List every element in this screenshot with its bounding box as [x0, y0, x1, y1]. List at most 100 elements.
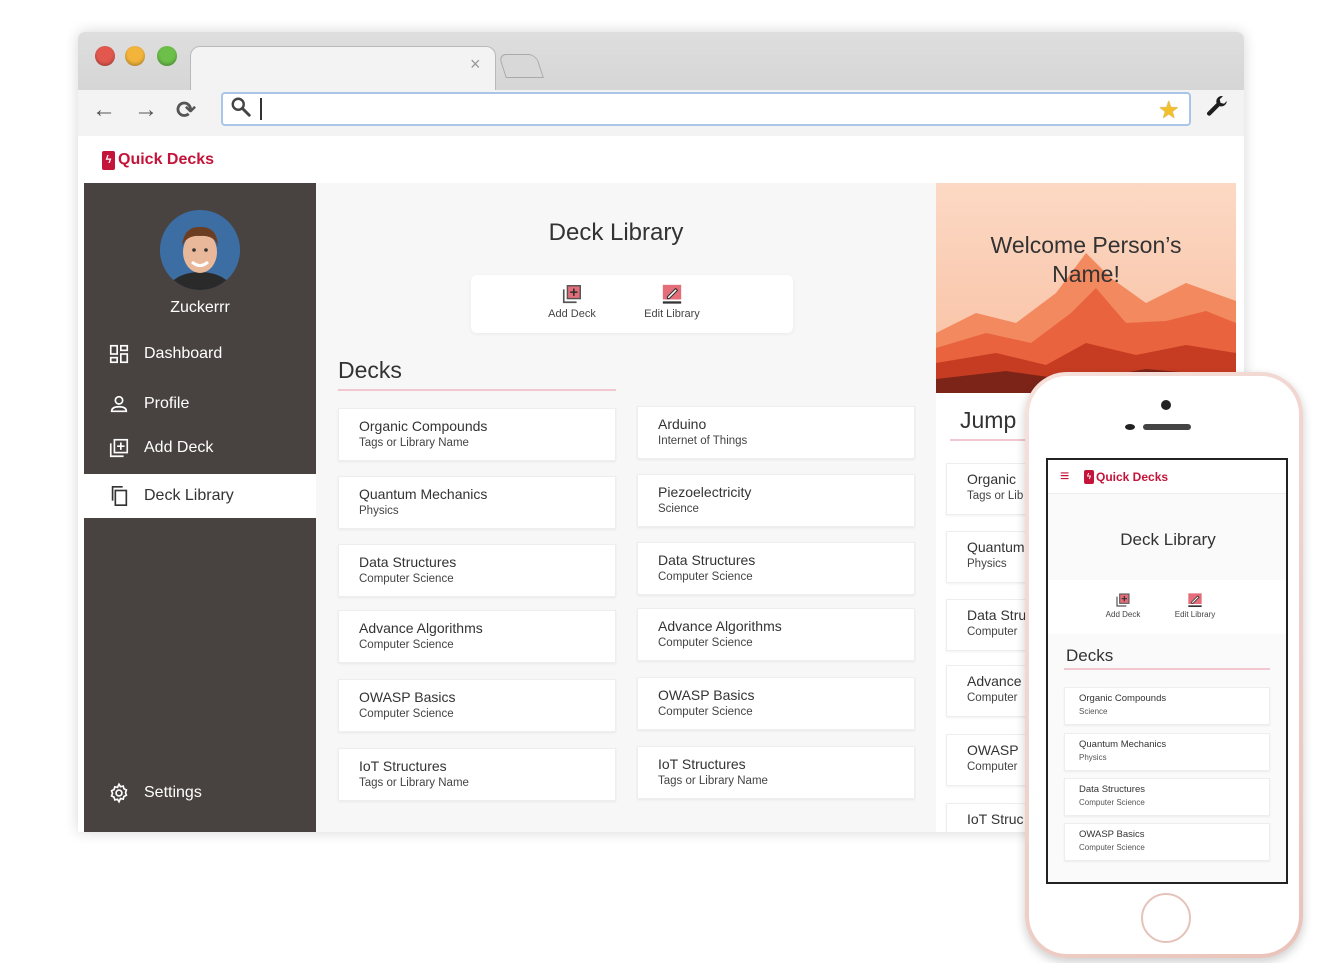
sidebar-item-label: Dashboard [144, 345, 223, 362]
deck-subtitle: Computer Science [658, 571, 753, 583]
heading-divider [338, 389, 616, 391]
edit-library-button[interactable]: Edit Library [1160, 592, 1230, 619]
maximize-window-icon[interactable] [157, 46, 177, 66]
main-panel: Deck Library Add Deck Edit Library Decks… [316, 183, 936, 832]
edit-library-button[interactable]: Edit Library [627, 283, 717, 320]
phone-mockup: ≡ ϟ Quick Decks Deck Library Add Deck Ed… [1025, 372, 1303, 958]
deck-subtitle: Tags or Library Name [658, 775, 768, 787]
copy-icon [111, 486, 128, 506]
deck-title: IoT Structures [658, 756, 746, 772]
sidebar-item-label: Profile [144, 395, 190, 412]
library-actions: Add Deck Edit Library [1048, 580, 1286, 634]
deck-subtitle: Computer Science [1079, 798, 1145, 807]
sidebar-item-deck-library[interactable]: Deck Library [84, 474, 316, 518]
deck-title: OWASP Basics [658, 687, 755, 703]
welcome-message: Welcome Person’s Name! [990, 232, 1182, 287]
minimize-window-icon[interactable] [125, 46, 145, 66]
sidebar-item-label: Add Deck [144, 439, 214, 456]
forward-icon[interactable]: → [134, 96, 158, 124]
deck-subtitle: Tags or Library Name [359, 777, 469, 789]
add-deck-button[interactable]: Add Deck [1088, 592, 1158, 619]
menu-icon[interactable]: ≡ [1060, 468, 1069, 486]
deck-card[interactable]: Arduino Internet of Things [637, 406, 915, 459]
sidebar-item-profile[interactable]: Profile [84, 382, 316, 426]
deck-card[interactable]: Organic Compounds Science [1064, 687, 1270, 725]
deck-title: OWASP Basics [359, 689, 456, 705]
deck-card[interactable]: Organic Compounds Tags or Library Name [338, 408, 616, 461]
tab-close-icon[interactable]: × [470, 54, 481, 75]
library-add-icon [1116, 593, 1130, 607]
logo-card-icon: ϟ [1084, 470, 1094, 484]
page-title: Deck Library [1120, 530, 1216, 549]
deck-card[interactable]: OWASP Basics Computer Science [637, 677, 915, 730]
deck-title: Quantum Mechanics [359, 486, 488, 502]
deck-subtitle: Science [658, 503, 699, 515]
sidebar-item-add-deck[interactable]: Add Deck [84, 426, 316, 470]
app-logo[interactable]: ϟ Quick Decks [1084, 470, 1168, 484]
deck-title: Data Structures [658, 552, 756, 568]
text-caret [260, 98, 262, 120]
deck-card[interactable]: Piezoelectricity Science [637, 474, 915, 527]
address-bar[interactable] [221, 92, 1191, 126]
add-deck-label: Add Deck [548, 308, 596, 320]
sensor-icon [1125, 424, 1135, 430]
library-actions: Add Deck Edit Library [471, 275, 793, 333]
deck-card[interactable]: OWASP Basics Computer Science [338, 679, 616, 732]
new-tab-button[interactable] [498, 54, 544, 78]
speaker-icon [1143, 424, 1191, 430]
app-logo[interactable]: ϟ Quick Decks [102, 148, 214, 172]
deck-title: IoT Structures [359, 758, 447, 774]
back-icon[interactable]: ← [92, 96, 116, 124]
add-deck-label: Add Deck [1105, 610, 1141, 619]
deck-card[interactable]: Advance Algorithms Computer Science [637, 608, 915, 661]
settings-label: Settings [144, 784, 202, 801]
deck-subtitle: Internet of Things [658, 435, 748, 447]
jump-heading: Jump [960, 407, 1017, 433]
deck-subtitle: Computer Science [1079, 843, 1145, 852]
decks-heading: Decks [338, 357, 402, 383]
close-window-icon[interactable] [95, 46, 115, 66]
avatar-image [160, 210, 240, 290]
deck-card[interactable]: OWASP Basics Computer Science [1064, 823, 1270, 861]
deck-title: Piezoelectricity [658, 484, 752, 500]
deck-title: Organic Compounds [1079, 693, 1167, 704]
reload-icon[interactable]: ⟳ [176, 96, 196, 125]
browser-chrome: × ← → ⟳ ★ [78, 32, 1244, 136]
deck-card[interactable]: Quantum Mechanics Physics [338, 476, 616, 529]
sidebar-item-settings[interactable]: Settings [84, 771, 316, 815]
deck-title: Organic Compounds [359, 418, 488, 434]
gear-icon [110, 782, 128, 804]
avatar[interactable] [160, 210, 240, 290]
bookmark-star-icon[interactable]: ★ [1158, 96, 1180, 125]
deck-subtitle: Computer Science [359, 708, 454, 720]
deck-subtitle: Physics [359, 505, 399, 517]
page-title: Deck Library [548, 219, 684, 246]
deck-card[interactable]: Data Structures Computer Science [1064, 778, 1270, 816]
home-button[interactable] [1141, 893, 1191, 943]
deck-title: Advance Algorithms [658, 618, 782, 634]
deck-card[interactable]: Advance Algorithms Computer Science [338, 610, 616, 663]
deck-subtitle: Science [1079, 707, 1108, 716]
deck-title: Data Structures [359, 554, 457, 570]
deck-subtitle: Tags or Library Name [359, 437, 469, 449]
phone-screen: ≡ ϟ Quick Decks Deck Library Add Deck Ed… [1046, 458, 1288, 884]
wrench-icon[interactable] [1204, 94, 1230, 120]
browser-tab[interactable] [190, 46, 496, 92]
edit-icon [1188, 593, 1202, 607]
sidebar-item-dashboard[interactable]: Dashboard [84, 332, 316, 376]
deck-card[interactable]: Quantum Mechanics Physics [1064, 733, 1270, 771]
deck-title: Advance Algorithms [359, 620, 483, 636]
deck-subtitle: Computer Science [658, 706, 753, 718]
phone-body: ≡ ϟ Quick Decks Deck Library Add Deck Ed… [1029, 376, 1299, 954]
deck-card[interactable]: Data Structures Computer Science [637, 542, 915, 595]
deck-title: OWASP Basics [1079, 829, 1145, 840]
username: Zuckerrr [170, 299, 230, 316]
deck-card[interactable]: IoT Structures Tags or Library Name [338, 748, 616, 801]
deck-card[interactable]: IoT Structures Tags or Library Name [637, 746, 915, 799]
deck-card[interactable]: Data Structures Computer Science [338, 544, 616, 597]
deck-subtitle: Computer Science [359, 639, 454, 651]
deck-subtitle: Computer Science [658, 637, 753, 649]
sidebar-item-label: Deck Library [144, 487, 234, 504]
camera-icon [1161, 400, 1171, 410]
add-deck-button[interactable]: Add Deck [527, 283, 617, 320]
